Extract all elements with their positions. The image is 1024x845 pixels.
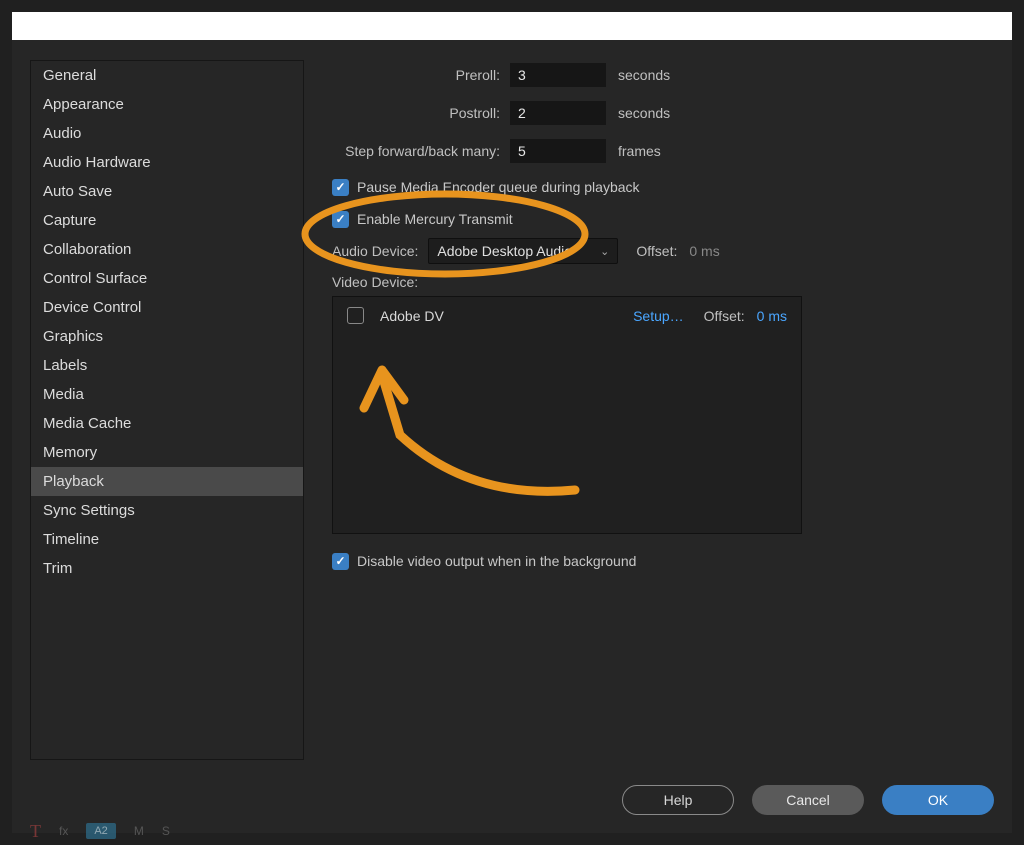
sidebar-item-audio-hardware[interactable]: Audio Hardware xyxy=(31,148,303,177)
mercury-row: Enable Mercury Transmit xyxy=(332,206,994,232)
audio-device-select[interactable]: Adobe Desktop Audio ⌄ xyxy=(428,238,618,264)
adobe-dv-label: Adobe DV xyxy=(380,308,633,324)
pause-encoder-label: Pause Media Encoder queue during playbac… xyxy=(357,179,640,195)
step-label: Step forward/back many: xyxy=(322,143,510,159)
pause-encoder-row: Pause Media Encoder queue during playbac… xyxy=(332,174,994,200)
disable-bg-label: Disable video output when in the backgro… xyxy=(357,553,636,569)
playback-panel: Preroll: seconds Postroll: seconds Step … xyxy=(322,60,994,753)
mercury-transmit-checkbox[interactable] xyxy=(332,211,349,228)
type-tool-icon: T xyxy=(30,821,41,842)
ok-button[interactable]: OK xyxy=(882,785,994,815)
preroll-unit: seconds xyxy=(618,67,670,83)
track-a2-badge: A2 xyxy=(86,823,115,839)
sidebar-item-media[interactable]: Media xyxy=(31,380,303,409)
video-device-label: Video Device: xyxy=(332,274,994,290)
postroll-input[interactable] xyxy=(510,101,606,125)
adobe-dv-setup-link[interactable]: Setup… xyxy=(633,308,684,324)
video-offset-value[interactable]: 0 ms xyxy=(757,308,787,324)
window-titlebar xyxy=(12,12,1012,40)
mute-icon: M xyxy=(134,824,144,838)
sidebar-item-audio[interactable]: Audio xyxy=(31,119,303,148)
preroll-input[interactable] xyxy=(510,63,606,87)
audio-device-label: Audio Device: xyxy=(332,243,418,259)
sidebar-item-collaboration[interactable]: Collaboration xyxy=(31,235,303,264)
dialog-footer: Help Cancel OK xyxy=(622,785,994,815)
sidebar-item-media-cache[interactable]: Media Cache xyxy=(31,409,303,438)
mercury-transmit-label: Enable Mercury Transmit xyxy=(357,211,513,227)
disable-bg-row: Disable video output when in the backgro… xyxy=(332,548,994,574)
sidebar-item-memory[interactable]: Memory xyxy=(31,438,303,467)
video-device-row: Adobe DV Setup… Offset: 0 ms xyxy=(347,307,787,324)
help-button[interactable]: Help xyxy=(622,785,734,815)
step-unit: frames xyxy=(618,143,661,159)
sidebar-item-appearance[interactable]: Appearance xyxy=(31,90,303,119)
sidebar-item-control-surface[interactable]: Control Surface xyxy=(31,264,303,293)
sidebar-item-general[interactable]: General xyxy=(31,61,303,90)
step-input[interactable] xyxy=(510,139,606,163)
sidebar-item-playback[interactable]: Playback xyxy=(31,467,303,496)
postroll-label: Postroll: xyxy=(322,105,510,121)
step-row: Step forward/back many: frames xyxy=(322,136,994,166)
audio-device-row: Audio Device: Adobe Desktop Audio ⌄ Offs… xyxy=(332,238,994,264)
fx-badge: fx xyxy=(59,824,68,838)
sidebar-item-device-control[interactable]: Device Control xyxy=(31,293,303,322)
sidebar-item-timeline[interactable]: Timeline xyxy=(31,525,303,554)
audio-offset-label: Offset: xyxy=(636,243,677,259)
chevron-down-icon: ⌄ xyxy=(600,245,609,258)
video-offset-label: Offset: xyxy=(704,308,745,324)
preroll-label: Preroll: xyxy=(322,67,510,83)
cancel-button[interactable]: Cancel xyxy=(752,785,864,815)
sidebar-item-trim[interactable]: Trim xyxy=(31,554,303,583)
adobe-dv-checkbox[interactable] xyxy=(347,307,364,324)
solo-icon: S xyxy=(162,824,170,838)
sidebar-item-graphics[interactable]: Graphics xyxy=(31,322,303,351)
background-timeline-strip: T fx A2 M S xyxy=(30,817,170,845)
pause-encoder-checkbox[interactable] xyxy=(332,179,349,196)
preferences-dialog: General Appearance Audio Audio Hardware … xyxy=(12,40,1012,833)
disable-bg-checkbox[interactable] xyxy=(332,553,349,570)
sidebar-item-sync-settings[interactable]: Sync Settings xyxy=(31,496,303,525)
video-device-list: Adobe DV Setup… Offset: 0 ms xyxy=(332,296,802,534)
sidebar-item-auto-save[interactable]: Auto Save xyxy=(31,177,303,206)
audio-offset-value: 0 ms xyxy=(689,243,719,259)
postroll-row: Postroll: seconds xyxy=(322,98,994,128)
postroll-unit: seconds xyxy=(618,105,670,121)
preferences-sidebar: General Appearance Audio Audio Hardware … xyxy=(30,60,304,760)
sidebar-item-labels[interactable]: Labels xyxy=(31,351,303,380)
sidebar-item-capture[interactable]: Capture xyxy=(31,206,303,235)
preroll-row: Preroll: seconds xyxy=(322,60,994,90)
audio-device-value: Adobe Desktop Audio xyxy=(437,243,572,259)
